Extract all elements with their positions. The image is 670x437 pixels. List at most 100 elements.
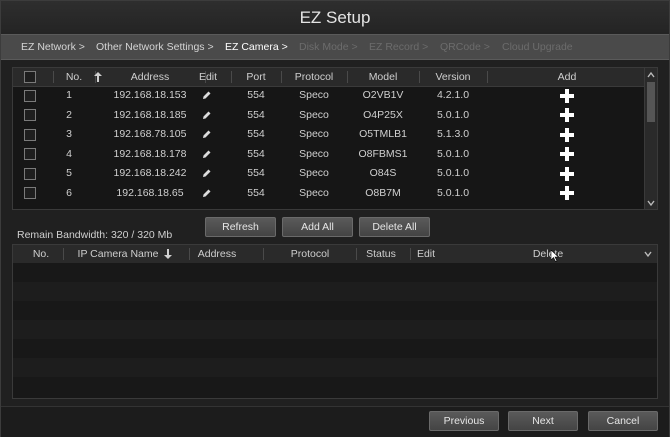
table-row[interactable]: 2 192.168.18.185 554 Speco O4P25X 5.0.1.… xyxy=(13,106,645,126)
row-version: 5.0.1.0 xyxy=(436,147,470,160)
table-row[interactable]: 5 192.168.18.242 554 Speco O84S 5.0.1.0 xyxy=(13,164,645,184)
table-row[interactable]: 6 192.168.18.65 554 Speco O8B7M 5.0.1.0 xyxy=(13,184,645,204)
row-port: 554 xyxy=(247,167,265,179)
empty-row xyxy=(13,339,657,358)
scroll-up-icon[interactable] xyxy=(645,69,657,81)
table-row[interactable]: 3 192.168.78.105 554 Speco O5TMLB1 5.1.3… xyxy=(13,125,645,145)
column-address[interactable]: Address xyxy=(189,245,245,263)
row-no: 2 xyxy=(66,108,72,121)
plus-icon[interactable] xyxy=(560,147,574,161)
search-table-header: No. Address Edit Port Protocol Model Ver… xyxy=(13,68,657,87)
column-edit: Edit xyxy=(416,248,436,260)
pencil-icon[interactable] xyxy=(195,184,219,206)
column-ip-camera-name[interactable]: IP Camera Name xyxy=(63,245,173,263)
row-version: 5.0.1.0 xyxy=(436,186,470,199)
row-model: O4P25X xyxy=(363,108,403,121)
row-no: 3 xyxy=(66,128,72,140)
column-status[interactable]: Status xyxy=(356,245,406,263)
row-checkbox[interactable] xyxy=(24,89,36,102)
delete-all-button[interactable]: Delete All xyxy=(359,217,430,237)
row-port: 554 xyxy=(247,89,265,101)
column-delete: Delete xyxy=(532,248,564,260)
pencil-icon[interactable] xyxy=(195,145,219,167)
row-address: 192.168.18.242 xyxy=(113,167,187,179)
plus-icon[interactable] xyxy=(560,108,574,122)
row-version: 4.2.1.0 xyxy=(436,89,470,101)
row-port: 554 xyxy=(247,147,265,160)
previous-button[interactable]: Previous xyxy=(429,411,499,431)
title-bar: EZ Setup xyxy=(1,1,669,34)
row-checkbox[interactable] xyxy=(24,109,36,121)
row-checkbox[interactable] xyxy=(24,167,36,180)
row-model: O84S xyxy=(369,167,397,179)
column-protocol[interactable]: Protocol xyxy=(275,245,345,263)
row-no: 1 xyxy=(66,89,72,101)
ez-setup-window: EZ Setup EZ Network > Other Network Sett… xyxy=(0,0,670,437)
added-camera-table: No. IP Camera Name Address Protocol Stat… xyxy=(12,244,658,399)
row-protocol: Speco xyxy=(299,147,329,160)
row-no: 6 xyxy=(66,186,72,199)
row-protocol: Speco xyxy=(299,167,329,179)
pencil-icon[interactable] xyxy=(195,125,219,147)
scroll-thumb[interactable] xyxy=(647,82,655,122)
wizard-steps: EZ Network > Other Network Settings > EZ… xyxy=(1,34,669,60)
row-port: 554 xyxy=(247,108,265,121)
row-address: 192.168.18.153 xyxy=(113,89,187,101)
plus-icon[interactable] xyxy=(560,127,574,142)
row-checkbox[interactable] xyxy=(24,187,36,199)
step-ez-camera[interactable]: EZ Camera > xyxy=(225,35,288,59)
next-button[interactable]: Next xyxy=(508,411,578,431)
pencil-icon[interactable] xyxy=(195,106,219,128)
row-checkbox[interactable] xyxy=(24,128,36,141)
table-row[interactable]: 4 192.168.18.178 554 Speco O8FBMS1 5.0.1… xyxy=(13,145,645,165)
row-no: 4 xyxy=(66,147,72,160)
column-model[interactable]: Model xyxy=(347,68,419,86)
step-other-network-settings[interactable]: Other Network Settings > xyxy=(96,35,214,59)
search-camera-table: No. Address Edit Port Protocol Model Ver… xyxy=(12,67,658,210)
scroll-down-icon[interactable] xyxy=(645,197,657,209)
row-port: 554 xyxy=(247,186,265,199)
row-port: 554 xyxy=(247,128,265,140)
column-version[interactable]: Version xyxy=(419,68,487,86)
added-table-header: No. IP Camera Name Address Protocol Stat… xyxy=(13,245,657,264)
row-version: 5.1.3.0 xyxy=(436,128,470,140)
plus-icon[interactable] xyxy=(560,186,574,200)
step-ez-network[interactable]: EZ Network > xyxy=(21,35,85,59)
pencil-icon[interactable] xyxy=(195,86,219,108)
column-no[interactable]: No. xyxy=(19,245,63,263)
empty-row xyxy=(13,282,657,301)
window-title: EZ Setup xyxy=(299,8,371,27)
column-protocol[interactable]: Protocol xyxy=(281,68,347,86)
column-edit: Edit xyxy=(198,71,218,83)
empty-row xyxy=(13,377,657,398)
row-model: O8B7M xyxy=(365,186,401,199)
empty-row xyxy=(13,263,657,282)
row-protocol: Speco xyxy=(299,89,329,101)
cancel-button[interactable]: Cancel xyxy=(588,411,658,431)
empty-row xyxy=(13,301,657,320)
row-version: 5.0.1.0 xyxy=(436,167,470,179)
plus-icon[interactable] xyxy=(560,88,574,103)
row-address: 192.168.78.105 xyxy=(113,128,187,140)
row-model: O5TMLB1 xyxy=(359,128,407,140)
row-checkbox[interactable] xyxy=(24,148,36,160)
chevron-down-icon[interactable] xyxy=(643,249,653,259)
arrow-down-icon[interactable] xyxy=(161,245,175,265)
empty-row xyxy=(13,320,657,339)
search-table-scrollbar[interactable] xyxy=(644,68,657,209)
step-ez-record: EZ Record > xyxy=(369,41,429,53)
select-all-checkbox[interactable] xyxy=(24,71,36,83)
row-protocol: Speco xyxy=(299,108,329,121)
step-cloud-upgrade: Cloud Upgrade xyxy=(502,41,573,53)
refresh-button[interactable]: Refresh xyxy=(205,217,276,237)
column-no[interactable]: No. xyxy=(53,68,95,86)
table-row[interactable]: 1 192.168.18.153 554 Speco O2VB1V 4.2.1.… xyxy=(13,86,645,106)
plus-icon[interactable] xyxy=(560,166,574,181)
row-address: 192.168.18.65 xyxy=(116,186,184,199)
add-all-button[interactable]: Add All xyxy=(282,217,353,237)
step-qrcode: QRCode > xyxy=(440,41,490,53)
row-model: O8FBMS1 xyxy=(358,147,408,160)
column-port[interactable]: Port xyxy=(231,68,281,86)
mouse-cursor-icon xyxy=(551,250,559,262)
pencil-icon[interactable] xyxy=(195,164,219,186)
